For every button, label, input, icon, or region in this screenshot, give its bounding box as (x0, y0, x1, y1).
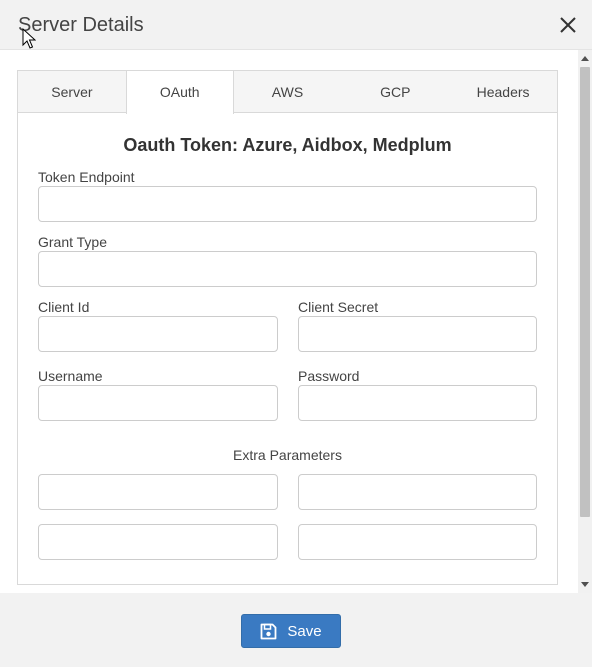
tab-panel: Server OAuth AWS GCP Headers Oauth Token… (17, 70, 558, 585)
tab-server[interactable]: Server (18, 71, 126, 113)
token-endpoint-label: Token Endpoint (38, 169, 135, 185)
extra-param-key-input[interactable] (38, 474, 278, 510)
scroll-up-arrow-icon[interactable] (581, 56, 589, 61)
username-input[interactable] (38, 385, 278, 421)
section-heading: Oauth Token: Azure, Aidbox, Medplum (123, 135, 452, 155)
client-secret-input[interactable] (298, 316, 537, 352)
extra-param-value-input[interactable] (298, 524, 537, 560)
tab-aws[interactable]: AWS (234, 71, 342, 113)
extra-parameters-label: Extra Parameters (233, 447, 342, 463)
client-secret-label: Client Secret (298, 299, 379, 315)
extra-param-value-input[interactable] (298, 474, 537, 510)
close-icon (560, 17, 576, 33)
password-input[interactable] (298, 385, 537, 421)
grant-type-input[interactable] (38, 251, 537, 287)
client-id-label: Client Id (38, 299, 90, 315)
extra-param-key-input[interactable] (38, 524, 278, 560)
floppy-disk-icon (260, 623, 277, 639)
mouse-pointer-icon (22, 28, 36, 49)
tab-headers[interactable]: Headers (449, 71, 557, 113)
token-endpoint-input[interactable] (38, 186, 537, 222)
tab-gcp[interactable]: GCP (341, 71, 449, 113)
username-label: Username (38, 368, 103, 384)
dialog-footer: Save (0, 593, 592, 667)
grant-type-label: Grant Type (38, 234, 108, 250)
dialog-body: Server OAuth AWS GCP Headers Oauth Token… (0, 50, 592, 593)
dialog-header: Server Details (0, 0, 592, 50)
dialog-title: Server Details (18, 14, 144, 36)
tab-oauth[interactable]: OAuth (125, 71, 234, 114)
save-button-label: Save (287, 622, 322, 640)
scroll-down-arrow-icon[interactable] (581, 582, 589, 587)
password-label: Password (298, 368, 360, 384)
close-button[interactable] (558, 12, 578, 36)
tab-bar: Server OAuth AWS GCP Headers (18, 71, 557, 114)
scroll-thumb[interactable] (580, 67, 590, 517)
client-id-input[interactable] (38, 316, 278, 352)
save-button[interactable]: Save (241, 614, 341, 648)
vertical-scrollbar[interactable] (578, 50, 592, 593)
